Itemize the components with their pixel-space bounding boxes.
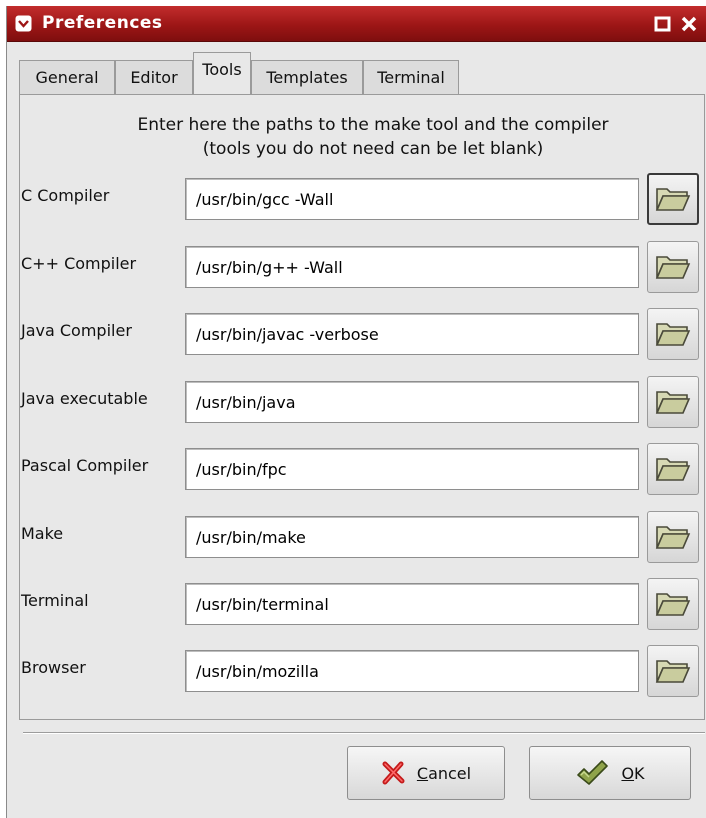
button-area-divider	[23, 732, 705, 734]
instructions-line-1: Enter here the paths to the make tool an…	[137, 115, 609, 135]
tab-terminal[interactable]: Terminal	[363, 60, 459, 94]
pascal-compiler-browse-button[interactable]	[647, 443, 699, 495]
java-compiler-label: Java Compiler	[21, 321, 132, 340]
terminal-browse-button[interactable]	[647, 578, 699, 630]
title-bar[interactable]: Preferences	[7, 6, 706, 42]
ok-checkmark-icon	[577, 760, 609, 785]
folder-open-icon	[655, 323, 691, 346]
tab-general[interactable]: General	[19, 60, 115, 94]
pascal-compiler-label: Pascal Compiler	[21, 456, 149, 475]
cancel-x-icon	[382, 761, 405, 785]
cpp-compiler-path-input[interactable]	[185, 246, 639, 288]
java-compiler-path-input[interactable]	[185, 313, 639, 355]
folder-open-icon	[655, 526, 691, 549]
c-compiler-label: C Compiler	[21, 186, 110, 205]
folder-open-icon	[655, 188, 691, 211]
chevron-down-icon[interactable]	[15, 15, 32, 32]
make-label: Make	[21, 524, 64, 543]
java-executable-path-input[interactable]	[185, 381, 639, 423]
window-title: Preferences	[42, 13, 163, 33]
folder-open-icon	[655, 593, 691, 616]
ok-button[interactable]: OK	[529, 746, 691, 800]
browser-path-input[interactable]	[185, 650, 639, 692]
java-executable-browse-button[interactable]	[647, 376, 699, 428]
java-compiler-browse-button[interactable]	[647, 308, 699, 360]
terminal-label: Terminal	[21, 591, 89, 610]
folder-open-icon	[655, 256, 691, 279]
maximize-icon[interactable]	[653, 14, 673, 34]
java-executable-label: Java executable	[21, 389, 148, 408]
instructions-line-2: (tools you do not need can be let blank)	[202, 139, 544, 159]
ok-button-label: OK	[621, 763, 645, 783]
tab-editor[interactable]: Editor	[115, 60, 193, 94]
cpp-compiler-browse-button[interactable]	[647, 241, 699, 293]
folder-open-icon	[655, 391, 691, 414]
cpp-compiler-label: C++ Compiler	[21, 254, 137, 273]
tab-tools[interactable]: Tools	[193, 52, 251, 94]
browser-label: Browser	[21, 658, 86, 677]
browser-browse-button[interactable]	[647, 645, 699, 697]
tab-bar: General Editor Tools Templates Terminal	[19, 52, 706, 94]
preferences-dialog: Preferences General Editor Tools Templat…	[6, 6, 706, 818]
c-compiler-path-input[interactable]	[185, 178, 639, 220]
cancel-button[interactable]: Cancel	[347, 746, 505, 800]
terminal-path-input[interactable]	[185, 583, 639, 625]
instructions-text: Enter here the paths to the make tool an…	[30, 113, 706, 161]
make-path-input[interactable]	[185, 516, 639, 558]
pascal-compiler-path-input[interactable]	[185, 448, 639, 490]
folder-open-icon	[655, 458, 691, 481]
make-browse-button[interactable]	[647, 511, 699, 563]
tab-templates[interactable]: Templates	[251, 60, 363, 94]
close-icon[interactable]	[679, 14, 699, 34]
c-compiler-browse-button[interactable]	[647, 173, 699, 225]
cancel-button-label: Cancel	[416, 763, 472, 783]
folder-open-icon	[655, 660, 691, 683]
